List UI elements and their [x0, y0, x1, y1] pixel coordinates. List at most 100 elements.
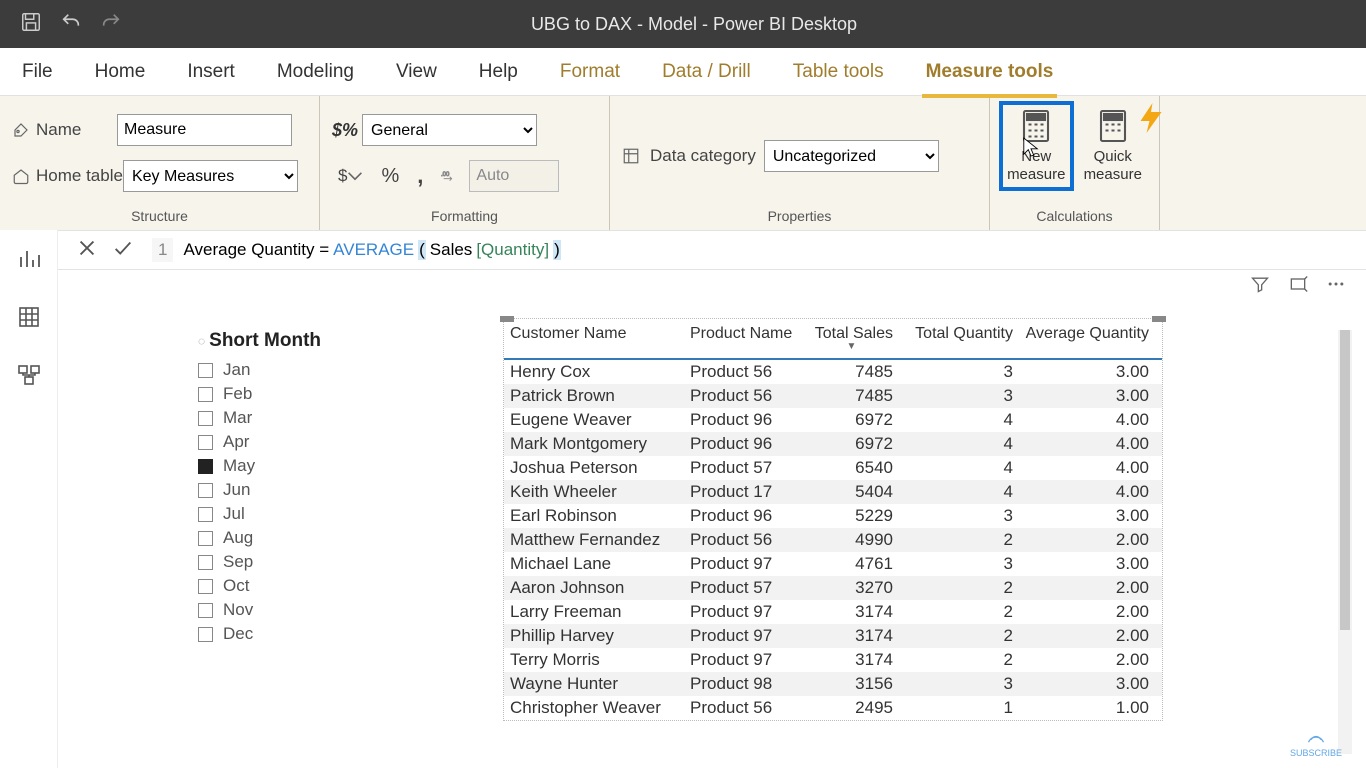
table-row[interactable]: Wayne HunterProduct 98315633.00 — [504, 672, 1162, 696]
tab-insert[interactable]: Insert — [183, 55, 239, 89]
slicer-item-label: Dec — [223, 624, 253, 644]
measure-name-input[interactable] — [117, 114, 292, 146]
col-total-sales[interactable]: Total Sales — [804, 319, 899, 358]
new-measure-button[interactable]: New measure — [1002, 104, 1071, 188]
col-product-name[interactable]: Product Name — [684, 319, 804, 358]
checkbox-icon[interactable] — [198, 459, 213, 474]
checkbox-icon[interactable] — [198, 603, 213, 618]
save-icon[interactable] — [20, 11, 42, 38]
group-properties: Data category Uncategorized Properties — [610, 96, 990, 230]
group-structure: Name Home table Key Measures Structure — [0, 96, 320, 230]
tab-file[interactable]: File — [18, 55, 57, 89]
undo-icon[interactable] — [60, 11, 82, 38]
slicer-item-dec[interactable]: Dec — [198, 622, 398, 646]
tab-table-tools[interactable]: Table tools — [789, 55, 888, 89]
slicer-item-mar[interactable]: Mar — [198, 406, 398, 430]
tab-measure-tools[interactable]: Measure tools — [922, 55, 1058, 89]
table-row[interactable]: Aaron JohnsonProduct 57327022.00 — [504, 576, 1162, 600]
slicer-item-jun[interactable]: Jun — [198, 478, 398, 502]
data-category-select[interactable]: Uncategorized — [764, 140, 939, 172]
table-visual[interactable]: Customer Name Product Name Total Sales T… — [503, 318, 1163, 721]
table-row[interactable]: Larry FreemanProduct 97317422.00 — [504, 600, 1162, 624]
checkbox-icon[interactable] — [198, 627, 213, 642]
tab-help[interactable]: Help — [475, 55, 522, 89]
formula-text[interactable]: 1 Average Quantity = AVERAGE( Sales[Quan… — [152, 238, 561, 262]
slicer-item-oct[interactable]: Oct — [198, 574, 398, 598]
checkbox-icon[interactable] — [198, 387, 213, 402]
slicer-short-month[interactable]: ◌Short Month JanFebMarAprMayJunJul Aug Sep… — [198, 330, 398, 646]
tab-format[interactable]: Format — [556, 55, 624, 89]
hometable-label: Home table — [12, 166, 123, 186]
group-formatting: $% General $ % , .00 Auto Formatting — [320, 96, 610, 230]
decimals-button[interactable]: .00 — [435, 160, 463, 192]
slicer-item-nov[interactable]: Nov — [198, 598, 398, 622]
focus-mode-icon[interactable] — [1288, 274, 1308, 299]
table-row[interactable]: Matthew FernandezProduct 56499022.00 — [504, 528, 1162, 552]
table-row[interactable]: Earl RobinsonProduct 96522933.00 — [504, 504, 1162, 528]
checkbox-icon[interactable] — [198, 579, 213, 594]
slicer-item-label: Jul — [223, 504, 245, 524]
data-view-button[interactable] — [8, 296, 50, 338]
vertical-scrollbar[interactable]: ▲ — [1338, 330, 1352, 754]
checkbox-icon[interactable] — [198, 531, 213, 546]
table-row[interactable]: Michael LaneProduct 97476133.00 — [504, 552, 1162, 576]
table-header: Customer Name Product Name Total Sales T… — [504, 319, 1162, 360]
slicer-item-apr[interactable]: Apr — [198, 430, 398, 454]
checkbox-icon[interactable] — [198, 507, 213, 522]
checkbox-icon[interactable] — [198, 363, 213, 378]
ribbon: Name Home table Key Measures Structure $… — [0, 96, 1366, 230]
currency-button[interactable]: $ — [332, 160, 369, 192]
datacategory-label: Data category — [622, 146, 756, 166]
name-label: Name — [12, 120, 117, 140]
tab-modeling[interactable]: Modeling — [273, 55, 358, 89]
slicer-item-sep[interactable]: Sep — [198, 550, 398, 574]
table-row[interactable]: Christopher WeaverProduct 56249511.00 — [504, 696, 1162, 720]
home-table-select[interactable]: Key Measures — [123, 160, 298, 192]
col-total-quantity[interactable]: Total Quantity — [899, 319, 1019, 358]
report-canvas[interactable]: ◌Short Month JanFebMarAprMayJunJul Aug Sep… — [58, 270, 1366, 768]
quick-measure-button[interactable]: Quick measure — [1079, 104, 1148, 188]
checkbox-icon[interactable] — [198, 435, 213, 450]
cancel-formula-icon[interactable] — [76, 237, 98, 264]
slicer-item-label: Aug — [223, 528, 253, 548]
thousands-button[interactable]: , — [411, 160, 429, 192]
checkbox-icon[interactable] — [198, 411, 213, 426]
redo-icon[interactable] — [100, 11, 122, 38]
tab-home[interactable]: Home — [91, 55, 150, 89]
main-container: 1 Average Quantity = AVERAGE( Sales[Quan… — [0, 230, 1366, 768]
model-view-button[interactable] — [8, 354, 50, 396]
commit-formula-icon[interactable] — [112, 237, 134, 264]
slicer-item-jan[interactable]: Jan — [198, 358, 398, 382]
formula-bar[interactable]: 1 Average Quantity = AVERAGE( Sales[Quan… — [58, 230, 1366, 270]
slicer-item-aug[interactable]: Aug — [198, 526, 398, 550]
table-row[interactable]: Mark MontgomeryProduct 96697244.00 — [504, 432, 1162, 456]
table-row[interactable]: Joshua PetersonProduct 57654044.00 — [504, 456, 1162, 480]
report-view-button[interactable] — [8, 238, 50, 280]
scrollbar-thumb[interactable] — [1340, 330, 1350, 630]
table-row[interactable]: Terry MorrisProduct 97317422.00 — [504, 648, 1162, 672]
tab-view[interactable]: View — [392, 55, 441, 89]
format-symbol-icon: $% — [332, 120, 358, 141]
checkbox-icon[interactable] — [198, 555, 213, 570]
decimal-count-input[interactable]: Auto — [469, 160, 559, 192]
table-row[interactable]: Henry CoxProduct 56748533.00 — [504, 360, 1162, 384]
table-row[interactable]: Phillip HarveyProduct 97317422.00 — [504, 624, 1162, 648]
slicer-item-label: Sep — [223, 552, 253, 572]
table-row[interactable]: Eugene WeaverProduct 96697244.00 — [504, 408, 1162, 432]
slicer-item-label: Mar — [223, 408, 252, 428]
col-customer-name[interactable]: Customer Name — [504, 319, 684, 358]
percent-button[interactable]: % — [375, 160, 405, 192]
slicer-item-may[interactable]: May — [198, 454, 398, 478]
visual-header-actions — [1250, 274, 1346, 299]
slicer-title: ◌Short Month — [198, 330, 398, 352]
more-options-icon[interactable] — [1326, 274, 1346, 299]
checkbox-icon[interactable] — [198, 483, 213, 498]
slicer-item-feb[interactable]: Feb — [198, 382, 398, 406]
filter-icon[interactable] — [1250, 274, 1270, 299]
format-select[interactable]: General — [362, 114, 537, 146]
table-row[interactable]: Keith WheelerProduct 17540444.00 — [504, 480, 1162, 504]
table-row[interactable]: Patrick BrownProduct 56748533.00 — [504, 384, 1162, 408]
tab-data-drill[interactable]: Data / Drill — [658, 55, 755, 89]
col-average-quantity[interactable]: Average Quantity — [1019, 319, 1155, 358]
slicer-item-jul[interactable]: Jul — [198, 502, 398, 526]
